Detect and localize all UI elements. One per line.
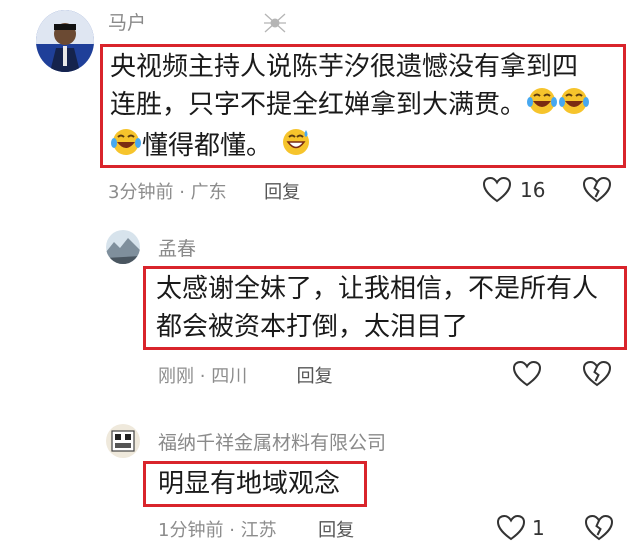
heart-outline-icon[interactable] bbox=[496, 514, 526, 542]
author-name[interactable]: 福纳千祥金属材料有限公司 bbox=[158, 428, 386, 455]
avatar[interactable] bbox=[106, 230, 140, 264]
comment-meta: 刚刚 · 四川 回复 bbox=[158, 362, 333, 388]
comment-meta: 1分钟前 · 江苏 回复 bbox=[158, 516, 354, 542]
comment-line: 都会被资本打倒，太泪目了 bbox=[156, 312, 469, 342]
comment-line: 懂得都懂。 bbox=[110, 127, 590, 168]
comment-location: 江苏 bbox=[240, 520, 277, 541]
reply-button[interactable]: 回复 bbox=[297, 366, 333, 387]
like-count: 1 bbox=[532, 516, 545, 540]
broken-heart-icon[interactable] bbox=[582, 176, 612, 204]
reply-button[interactable]: 回复 bbox=[318, 520, 354, 541]
comment-time: 1分钟前 bbox=[158, 520, 224, 541]
comment-text: 央视频主持人说陈芋汐很遗憾没有拿到四 连胜，只字不提全红婵拿到大满贯。 懂得都懂… bbox=[110, 48, 590, 168]
avatar[interactable] bbox=[106, 424, 140, 458]
comment-time: 3分钟前 bbox=[108, 182, 174, 203]
laughing-crying-emoji-icon bbox=[558, 86, 590, 127]
comment-text: 太感谢全妹了，让我相信，不是所有人 都会被资本打倒，太泪目了 bbox=[156, 270, 598, 346]
comment-meta: 3分钟前 · 广东 回复 bbox=[108, 178, 300, 204]
laughing-crying-emoji-icon bbox=[110, 127, 142, 168]
comment-line: 连胜，只字不提全红婵拿到大满贯。 bbox=[110, 86, 590, 127]
comment-line-text: 连胜，只字不提全红婵拿到大满贯。 bbox=[110, 90, 527, 120]
author-name[interactable]: 马户 bbox=[108, 8, 146, 35]
author-name[interactable]: 孟春 bbox=[158, 234, 196, 261]
spider-decoration-icon bbox=[262, 10, 288, 36]
comment-line: 央视频主持人说陈芋汐很遗憾没有拿到四 bbox=[110, 52, 579, 82]
broken-heart-icon[interactable] bbox=[582, 360, 612, 388]
comment-line: 太感谢全妹了，让我相信，不是所有人 bbox=[156, 274, 599, 304]
separator: · bbox=[229, 520, 235, 541]
comment-time: 刚刚 bbox=[158, 366, 194, 387]
laughing-crying-emoji-icon bbox=[526, 86, 558, 127]
avatar[interactable] bbox=[36, 10, 94, 72]
like-count: 16 bbox=[520, 178, 546, 202]
comment-location: 四川 bbox=[211, 366, 248, 387]
reply-button[interactable]: 回复 bbox=[264, 182, 300, 203]
heart-outline-icon[interactable] bbox=[482, 176, 512, 204]
comment-location: 广东 bbox=[190, 182, 227, 203]
separator: · bbox=[199, 366, 206, 387]
heart-outline-icon[interactable] bbox=[512, 360, 542, 388]
comment-text: 明显有地域观念 bbox=[158, 469, 341, 499]
grinning-sweat-emoji-icon bbox=[280, 127, 312, 168]
comment-line-text: 懂得都懂。 bbox=[142, 131, 273, 161]
separator: · bbox=[179, 182, 185, 203]
broken-heart-icon[interactable] bbox=[584, 514, 614, 542]
